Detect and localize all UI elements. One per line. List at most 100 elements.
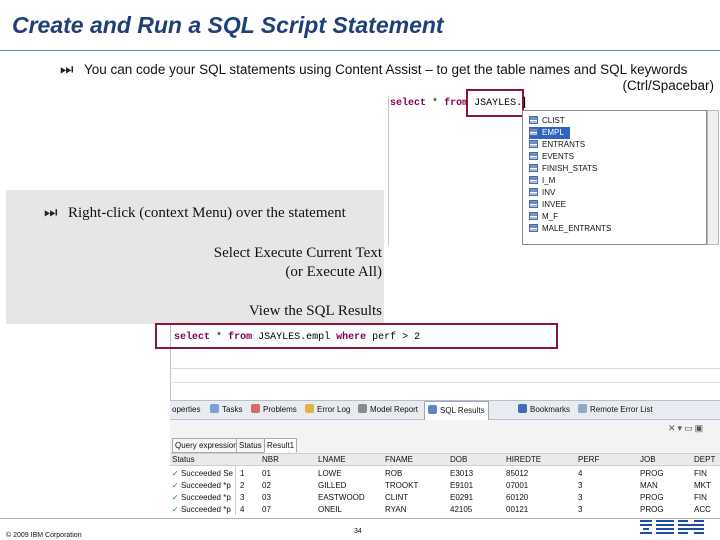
page-number: 34 — [354, 528, 362, 535]
status-row[interactable]: ✓ Succeeded Se — [172, 468, 234, 479]
error-log-icon — [305, 404, 314, 413]
table-cell[interactable]: RYAN — [385, 504, 407, 515]
tab-model-report[interactable]: Model Report — [358, 403, 418, 417]
table-cell[interactable]: 02 — [262, 480, 271, 491]
table-cell[interactable]: 07001 — [506, 480, 528, 491]
assist-item[interactable]: EVENTS — [529, 151, 574, 163]
keyword-from: from — [444, 98, 469, 109]
delete-icon[interactable]: ✕ — [668, 423, 678, 433]
column-header[interactable]: LNAME — [318, 454, 378, 465]
assist-item[interactable]: ENTRANTS — [529, 139, 585, 151]
problems-icon — [251, 404, 260, 413]
minimize-icon[interactable]: ▭ — [684, 423, 695, 433]
step-execute-line1: Select Execute Current Text — [213, 245, 382, 261]
table-cell[interactable]: 4 — [578, 468, 582, 479]
results-header-row — [170, 453, 720, 466]
assist-item[interactable]: FINISH_STATS — [529, 163, 597, 175]
column-header[interactable]: DEPT — [694, 454, 720, 465]
table-cell[interactable]: E0291 — [450, 492, 473, 503]
table-cell[interactable]: 85012 — [506, 468, 528, 479]
assist-item[interactable]: I_M — [529, 175, 555, 187]
title-divider — [0, 50, 720, 51]
table-cell[interactable]: 42105 — [450, 504, 472, 515]
table-cell[interactable]: 3 — [578, 480, 582, 491]
tab-problems[interactable]: Problems — [251, 403, 297, 417]
step-view-results: View the SQL Results — [248, 303, 382, 319]
table-cell[interactable]: MAN — [640, 480, 658, 491]
column-header[interactable]: DOB — [450, 454, 505, 465]
bullet-content-assist: You can code your SQL statements using C… — [84, 62, 714, 94]
step-execute-line2: (or Execute All) — [285, 264, 382, 280]
row-number: 3 — [240, 493, 245, 502]
table-cell[interactable]: PROG — [640, 504, 664, 515]
tab-error-log[interactable]: Error Log — [305, 403, 350, 417]
table-cell[interactable]: PROG — [640, 468, 664, 479]
report-icon — [358, 404, 367, 413]
highlight-box-statement — [155, 323, 558, 349]
table-cell[interactable]: PROG — [640, 492, 664, 503]
column-header-status[interactable]: Status — [172, 454, 232, 465]
column-header[interactable]: HIREDTE — [506, 454, 561, 465]
table-cell[interactable]: 3 — [578, 504, 582, 515]
table-cell[interactable]: LOWE — [318, 468, 342, 479]
column-header[interactable]: PERF — [578, 454, 628, 465]
table-cell[interactable]: 03 — [262, 492, 271, 503]
tab-result1[interactable]: Result1 — [264, 438, 298, 453]
assist-item[interactable]: INVEE — [529, 199, 566, 211]
column-header[interactable]: FNAME — [385, 454, 445, 465]
table-cell[interactable]: GILLED — [318, 480, 346, 491]
table-icon — [529, 188, 538, 196]
fast-forward-icon: ⏭ — [44, 204, 58, 221]
table-cell[interactable]: ONEIL — [318, 504, 342, 515]
column-header[interactable]: NBR — [262, 454, 302, 465]
table-icon — [529, 116, 538, 124]
table-cell[interactable]: EASTWOOD — [318, 492, 365, 503]
table-cell[interactable]: E9101 — [450, 480, 473, 491]
table-cell[interactable]: ROB — [385, 468, 402, 479]
table-cell[interactable]: E3013 — [450, 468, 473, 479]
assist-item[interactable]: MALE_ENTRANTS — [529, 223, 611, 235]
keyword-select: select — [390, 98, 427, 109]
assist-item[interactable]: M_F — [529, 211, 558, 223]
table-icon — [529, 140, 538, 148]
tab-properties[interactable]: operties — [172, 403, 200, 417]
content-assist-popup[interactable]: CLIST EMPL ENTRANTS EVENTS FINISH_STATS … — [522, 110, 707, 245]
maximize-icon[interactable]: ▣ — [695, 423, 706, 433]
tab-sql-results[interactable]: SQL Results — [424, 401, 489, 420]
tab-status[interactable]: Status — [236, 438, 265, 453]
assist-item[interactable]: CLIST — [529, 115, 565, 127]
table-icon — [529, 200, 538, 208]
table-cell[interactable]: 60120 — [506, 492, 528, 503]
table-icon — [529, 212, 538, 220]
copyright: © 2009 IBM Corporation — [6, 532, 82, 539]
table-cell[interactable]: FIN — [694, 468, 707, 479]
status-row[interactable]: ✓ Succeeded *p — [172, 480, 234, 491]
table-cell[interactable]: 07 — [262, 504, 271, 515]
table-cell[interactable]: FIN — [694, 492, 707, 503]
tab-bookmarks[interactable]: Bookmarks — [518, 403, 570, 417]
table-icon — [529, 176, 538, 184]
view-toolbar: ✕▾▭▣ — [668, 423, 705, 434]
table-cell[interactable]: TROOKT — [385, 480, 418, 491]
table-cell[interactable]: 00121 — [506, 504, 528, 515]
table-cell[interactable]: CLINT — [385, 492, 408, 503]
tab-query-expression[interactable]: Query expression — [172, 438, 241, 453]
table-cell[interactable]: MKT — [694, 480, 711, 491]
table-cell[interactable]: 01 — [262, 468, 271, 479]
table-cell[interactable]: ACC — [694, 504, 711, 515]
editor-divider — [170, 368, 720, 369]
status-row[interactable]: ✓ Succeeded *p — [172, 504, 234, 515]
fast-forward-icon: ⏭ — [60, 61, 74, 78]
tab-tasks[interactable]: Tasks — [210, 403, 242, 417]
column-header[interactable]: JOB — [640, 454, 690, 465]
bookmark-icon — [518, 404, 527, 413]
table-cell[interactable]: 3 — [578, 492, 582, 503]
sql-results-icon — [428, 405, 437, 414]
bullet-right-click: Right-click (context Menu) over the stat… — [68, 205, 346, 221]
content-assist-scrollbar[interactable] — [707, 110, 719, 245]
star: * — [432, 98, 439, 109]
assist-item-selected[interactable]: EMPL — [529, 127, 570, 139]
status-row[interactable]: ✓ Succeeded *p — [172, 492, 234, 503]
tab-remote-error-list[interactable]: Remote Error List — [578, 403, 653, 417]
assist-item[interactable]: INV — [529, 187, 555, 199]
